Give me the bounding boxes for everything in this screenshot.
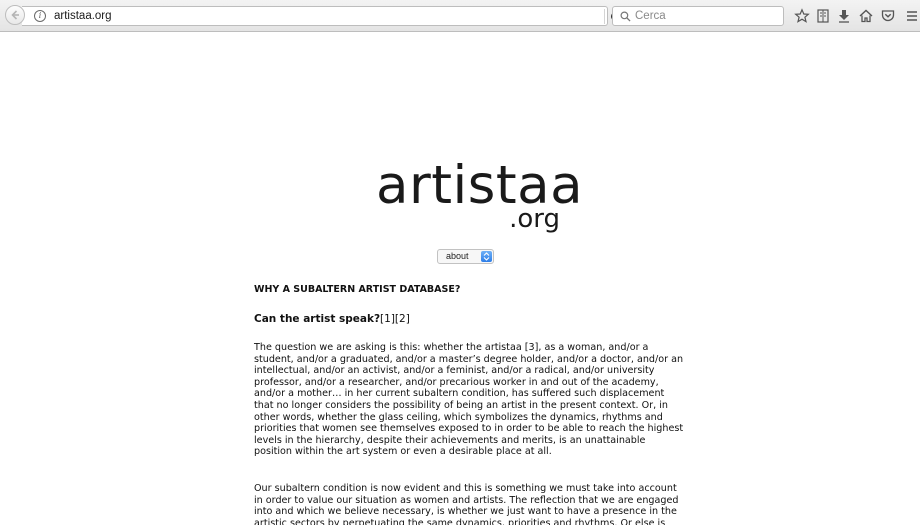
article-subheading: Can the artist speak?[1][2] [254, 312, 684, 326]
site-logo[interactable]: artistaa .org [376, 159, 583, 232]
article: WHY A SUBALTERN ARTIST DATABASE? Can the… [254, 283, 684, 525]
info-icon[interactable]: i [34, 10, 46, 22]
browser-toolbar: i artistaa.org Cerca [0, 0, 920, 32]
search-bar[interactable]: Cerca [612, 6, 784, 26]
updown-arrows-icon [483, 252, 490, 261]
article-paragraph-2: Our subaltern condition is now evident a… [254, 482, 679, 525]
download-icon[interactable] [836, 8, 852, 24]
menu-icon[interactable] [904, 8, 920, 24]
footnote-refs[interactable]: [1][2] [380, 313, 410, 325]
home-icon[interactable] [858, 8, 874, 24]
url-bar[interactable]: i artistaa.org [22, 6, 620, 26]
article-paragraph-1: The question we are asking is this: whet… [254, 342, 684, 458]
article-heading: WHY A SUBALTERN ARTIST DATABASE? [254, 284, 461, 295]
reading-list-icon[interactable] [815, 8, 831, 24]
back-button[interactable] [5, 5, 25, 25]
section-select-value: about [446, 251, 469, 261]
search-icon [620, 11, 631, 22]
browser-window: i artistaa.org Cerca artistaa .org about… [0, 0, 920, 525]
url-text[interactable]: artistaa.org [54, 9, 112, 24]
select-arrow [481, 251, 492, 262]
search-placeholder[interactable]: Cerca [635, 9, 666, 24]
page-content: artistaa .org about WHY A SUBALTERN ARTI… [0, 32, 920, 525]
back-icon [11, 10, 19, 20]
subheading-question: Can the artist speak? [254, 313, 381, 325]
pocket-icon[interactable] [880, 8, 896, 24]
section-select[interactable]: about [437, 249, 494, 264]
bookmark-star-icon[interactable] [794, 8, 810, 24]
